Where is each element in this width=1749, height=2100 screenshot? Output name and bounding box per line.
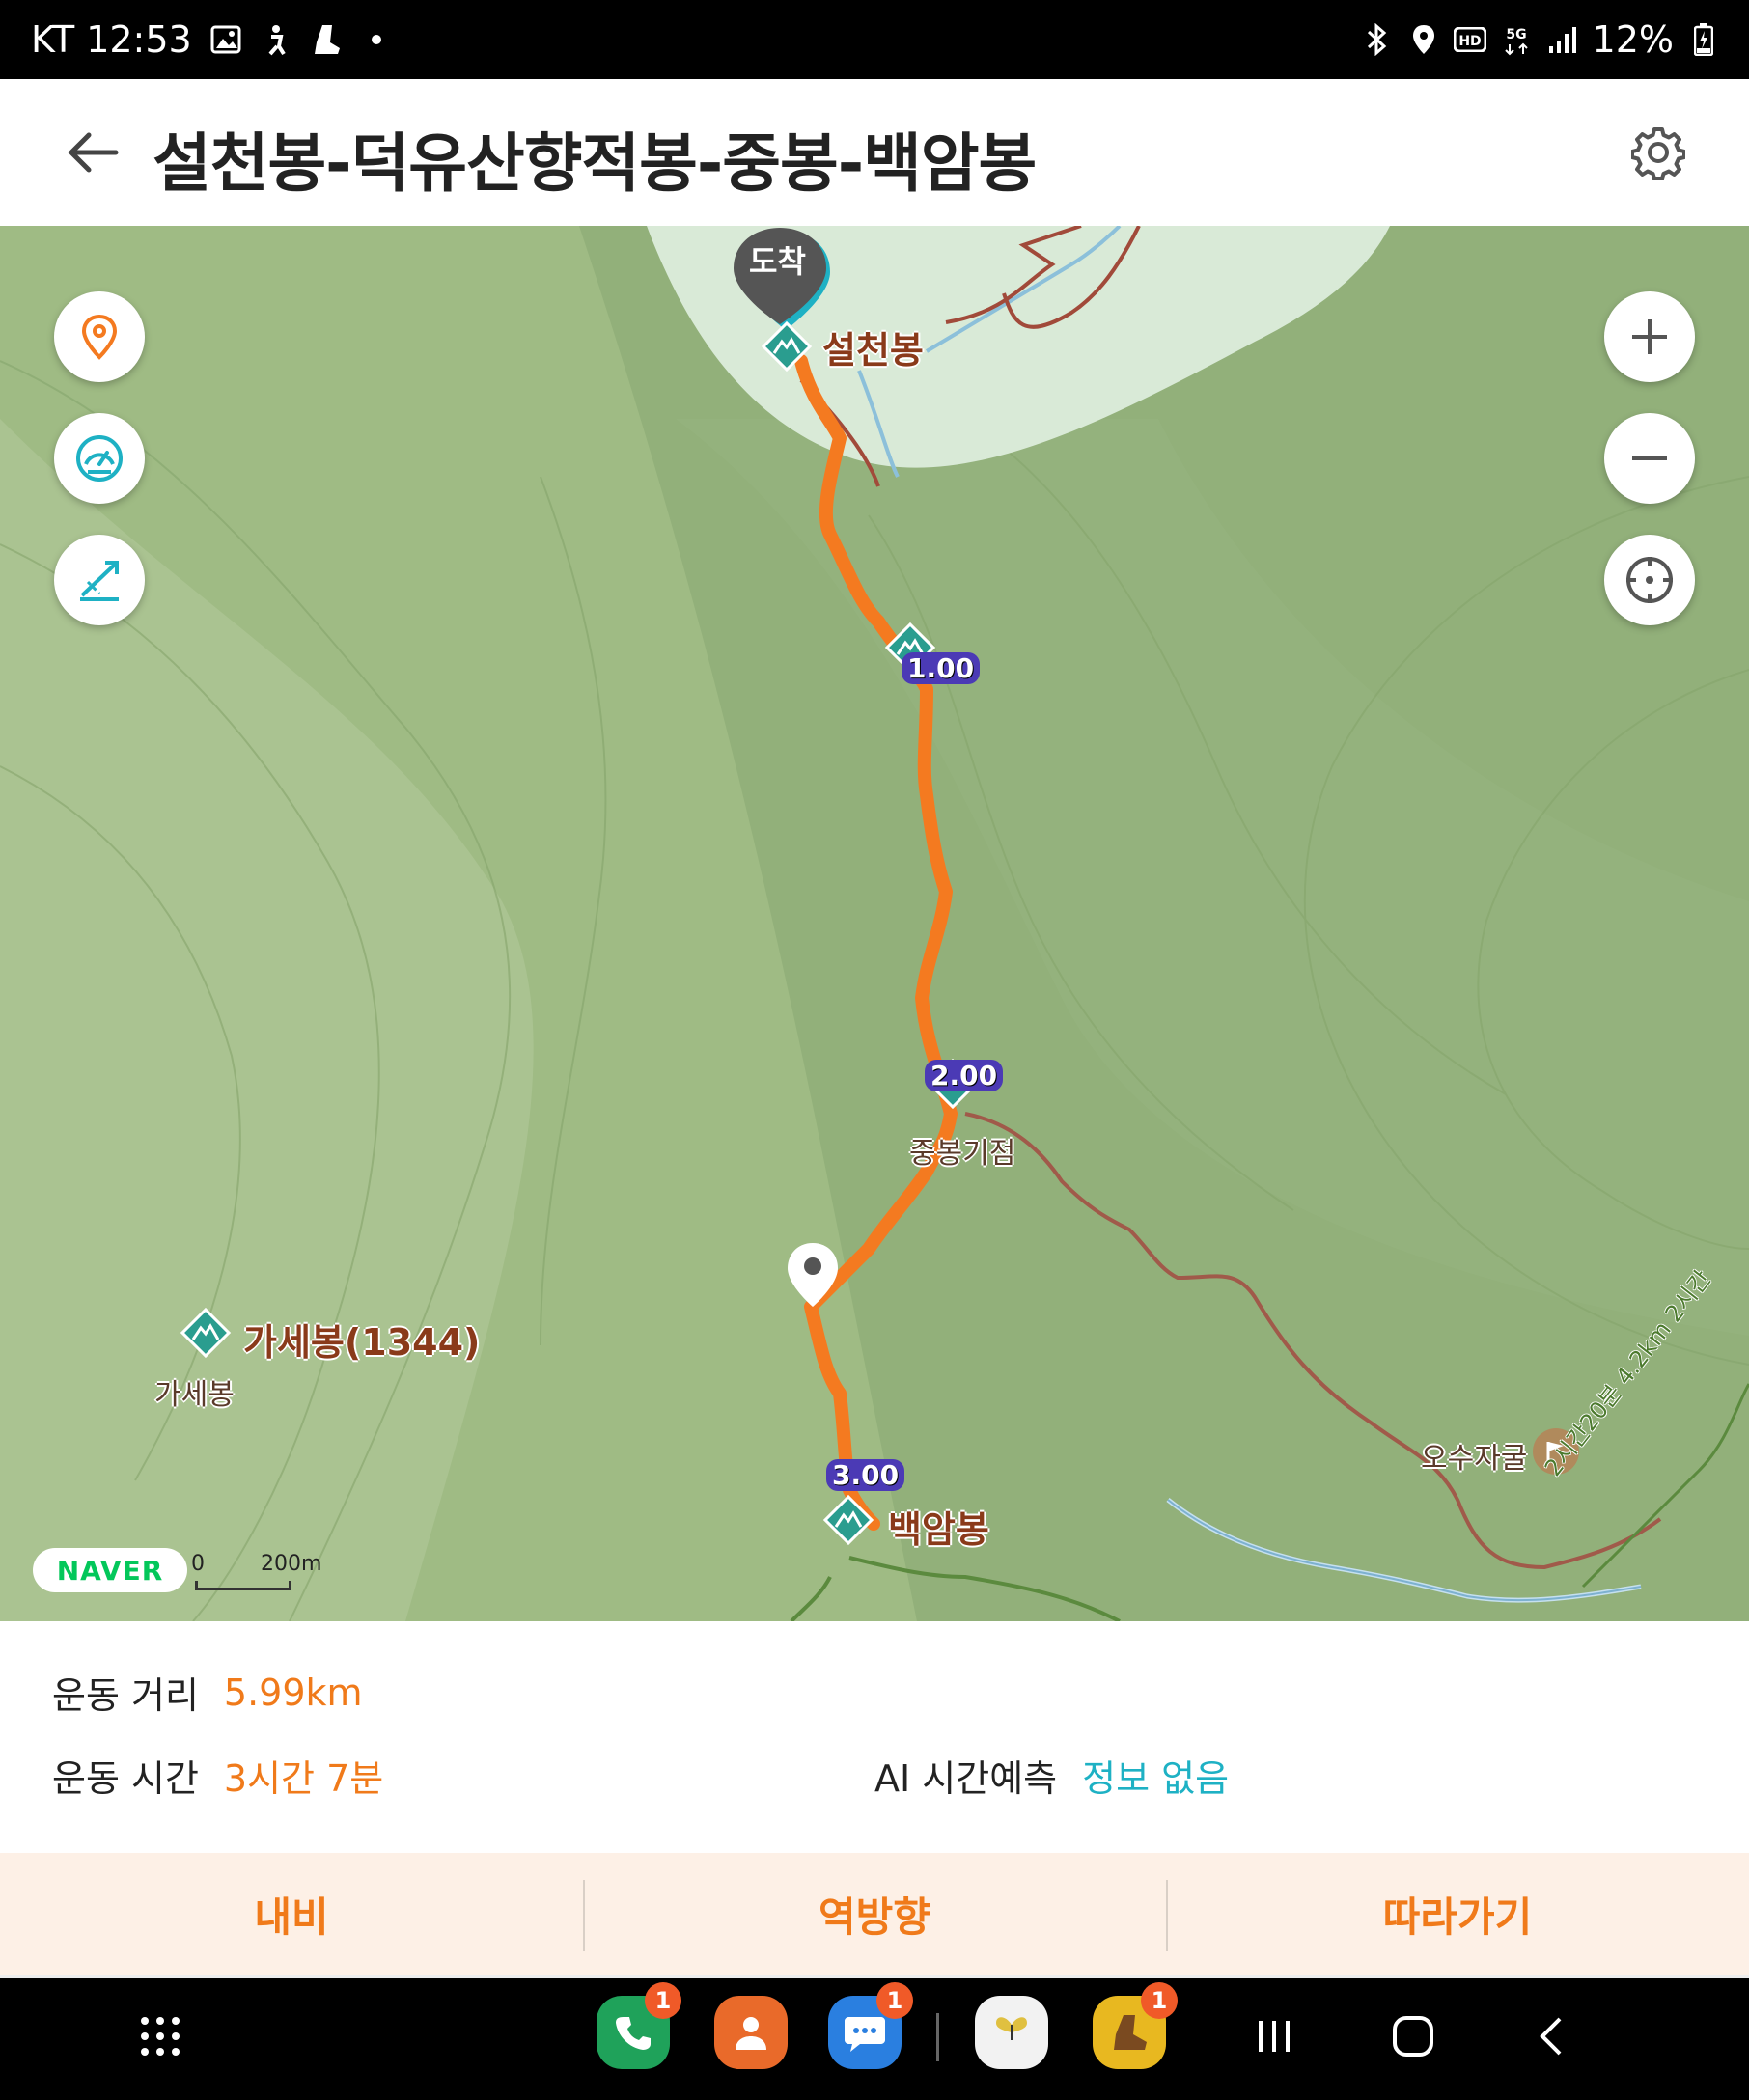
butterfly-icon [996,2017,1027,2040]
km-marker-3: 3.00 [826,1459,905,1491]
junction-label: 중봉기점 [909,1137,1016,1171]
app-header: 설천봉-덕유산향적봉-중봉-백암봉 [0,79,1749,222]
messages-badge: 1 [876,1982,913,2019]
km-marker-1: 1.00 [902,652,981,684]
peak-label-baekam: 백암봉 [888,1508,989,1551]
battery-percent: 12% [1592,18,1674,61]
phone-icon [616,2017,651,2050]
grid-icon [141,2017,180,2056]
info-panel: 운동 거리 5.99km 운동 시간 3시간 7분 AI 시간예측 정보 없음 [0,1621,1749,1853]
recents-button[interactable] [1235,1998,1313,2075]
phone-app[interactable]: 1 [597,1982,681,2069]
peak-marker-seolcheon[interactable] [761,320,813,373]
home-button[interactable] [1374,1998,1452,2075]
map-pin-icon [788,1243,838,1307]
chevron-left-icon [1540,2017,1562,2056]
minus-icon [1632,456,1667,460]
gear-icon [1631,127,1685,180]
signal-icon [1546,23,1579,56]
peak-marker-baekam[interactable] [822,1494,874,1546]
location-icon [1407,23,1440,56]
crosshair-icon [1626,557,1673,603]
distance-value: 5.99km [223,1671,363,1714]
app-drawer-button[interactable] [122,1998,199,2075]
time-row: 운동 시간 3시간 7분 [52,1749,383,1802]
settings-button[interactable] [1622,116,1695,189]
back-arrow-icon [68,132,119,173]
dot-icon [360,23,393,56]
time-label: 운동 시간 [52,1757,199,1800]
mountain-icon [761,320,813,373]
network-5g-icon: 5G [1500,23,1533,56]
peak-label-seolcheon: 설천봉 [822,329,924,372]
speedometer-icon [76,435,123,482]
follow-button[interactable]: 따라가기 [1166,1853,1749,1975]
ai-prediction-row: AI 시간예측 정보 없음 [874,1749,1229,1802]
action-bar: 내비 역방향 따라가기 [0,1853,1749,1975]
system-back-button[interactable] [1513,1998,1591,2075]
navi-button[interactable]: 내비 [0,1853,583,1975]
butterfly-app[interactable] [975,1996,1048,2069]
scale-length: 200m [261,1552,322,1576]
phone-badge: 1 [645,1982,681,2019]
naver-logo: NAVER [33,1548,187,1592]
back-button[interactable] [54,114,131,191]
zoom-in-button[interactable] [1604,291,1695,382]
carrier-label: KT [31,18,75,61]
distance-row: 운동 거리 5.99km [52,1666,363,1719]
clock: 12:53 [86,18,192,61]
speedometer-button[interactable] [54,413,145,504]
map-scale: 0 200m [191,1552,321,1590]
hiker-icon [260,23,292,56]
time-value: 3시간 7분 [223,1757,384,1800]
hd-voice-icon: HD [1453,23,1486,56]
boot-icon [310,23,343,56]
ai-value: 정보 없음 [1082,1757,1230,1800]
gase-small-label: 가세봉 [154,1378,235,1412]
peak-marker-gase[interactable] [180,1307,232,1359]
contacts-app[interactable] [714,1996,788,2069]
elevation-icon [80,561,119,601]
bluetooth-icon [1361,23,1394,56]
mountain-icon [180,1307,232,1359]
scale-zero: 0 [191,1552,205,1576]
page-title: 설천봉-덕유산향적봉-중봉-백암봉 [153,126,1037,201]
recents-icon [1259,2021,1290,2052]
status-left: KT 12:53 [31,0,393,79]
tracker-app[interactable]: 1 [1093,1982,1178,2069]
reverse-button[interactable]: 역방향 [583,1853,1166,1975]
gallery-icon [209,23,242,56]
tracker-badge: 1 [1141,1982,1178,2019]
battery-charging-icon [1687,23,1720,56]
home-icon [1393,2016,1433,2057]
elevation-button[interactable] [54,535,145,625]
km-marker-2: 2.00 [925,1060,1004,1091]
mountain-icon [822,1494,874,1546]
location-pin-icon [81,314,118,360]
ai-label: AI 시간예측 [874,1757,1058,1800]
my-location-button[interactable] [1604,535,1695,625]
dock-separator [936,2013,939,2061]
person-icon [736,2017,766,2050]
map-canvas [0,226,1749,1621]
peak-label-gase: 가세봉(1344) [243,1321,481,1364]
osujagul-label: 오수자굴 [1421,1442,1528,1476]
messages-app[interactable]: 1 [828,1982,913,2069]
location-pin-button[interactable] [54,291,145,382]
current-position-pin[interactable] [786,1241,840,1309]
arrival-label: 도착 [749,243,806,280]
plus-icon [1632,319,1667,354]
status-bar: KT 12:53 HD 5G 12% [0,0,1749,79]
status-right: HD 5G 12% [1361,0,1720,79]
system-nav-bar: 1 1 1 [0,1978,1749,2100]
distance-label: 운동 거리 [52,1674,199,1717]
svg-text:HD: HD [1458,34,1481,49]
zoom-out-button[interactable] [1604,413,1695,504]
boot-icon [1114,2015,1147,2050]
scale-bar [195,1581,292,1590]
trail-map[interactable]: 도착 설천봉 1.00 2.00 중봉기점 3.00 백암봉 가세봉(1344)… [0,226,1749,1621]
chat-bubble-icon [845,2017,885,2052]
svg-text:5G: 5G [1506,27,1526,42]
